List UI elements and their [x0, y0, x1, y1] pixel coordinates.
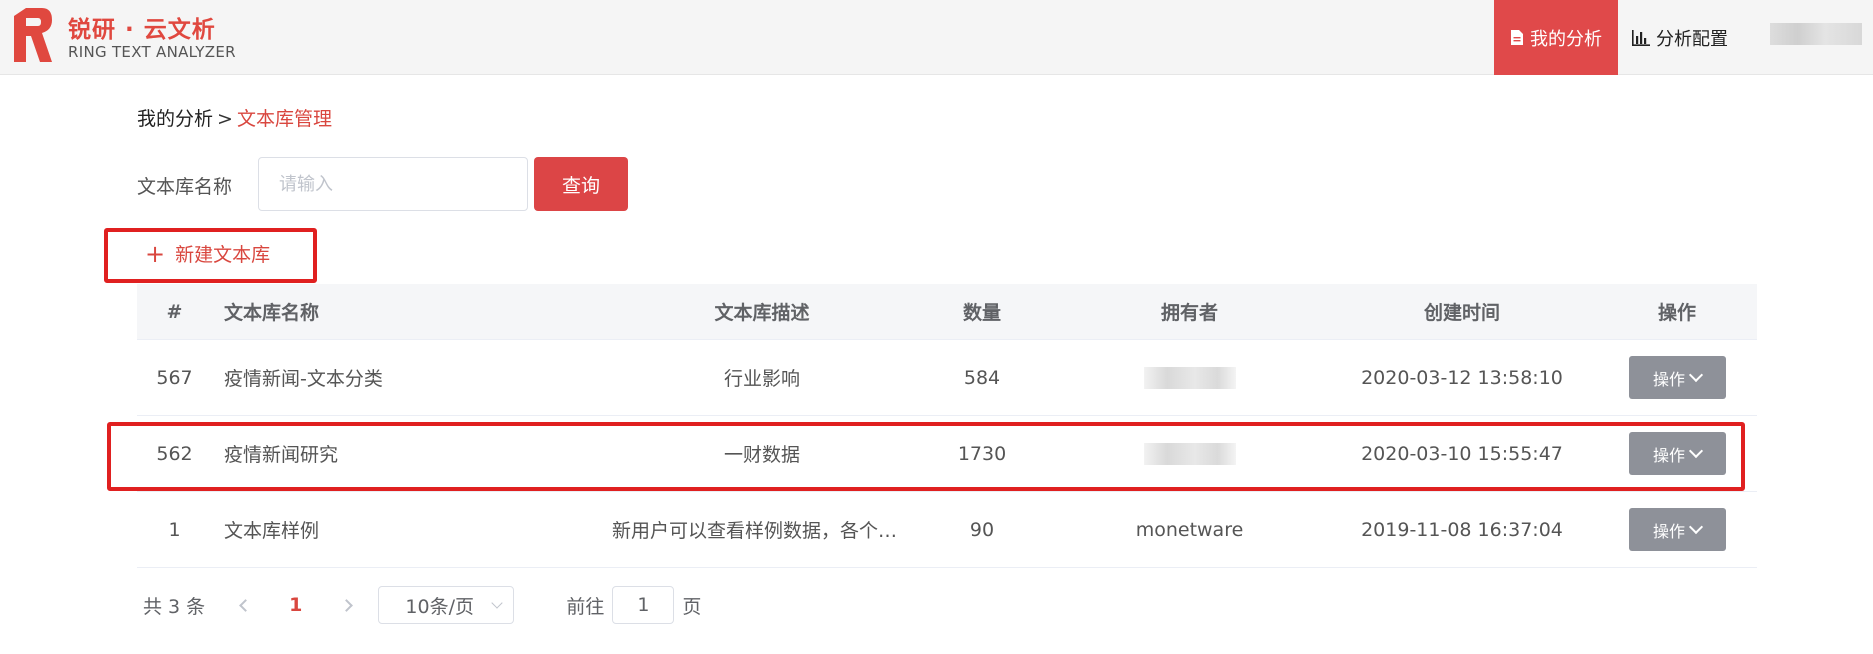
- row-id: 562: [156, 442, 193, 465]
- row-op: 操作: [1597, 508, 1757, 551]
- new-library-button[interactable]: + 新建文本库: [145, 240, 270, 267]
- prev-page-button[interactable]: [235, 595, 255, 615]
- chevron-down-icon: [1688, 443, 1704, 458]
- row-count: 90: [969, 518, 995, 541]
- brand-logo-icon[interactable]: [12, 6, 54, 64]
- nav-analysis-config-label: 分析配置: [1656, 28, 1728, 50]
- query-button[interactable]: 查询: [534, 157, 628, 211]
- row-count: 1730: [957, 442, 1007, 465]
- table-header: # 文本库名称 文本库描述 数量 拥有者 创建时间 操作: [137, 284, 1757, 340]
- page-suffix: 页: [682, 595, 702, 618]
- chevron-down-icon: [1688, 519, 1704, 534]
- operation-label: 操作: [1652, 369, 1685, 389]
- library-name-search-input[interactable]: [258, 157, 528, 211]
- row-op: 操作: [1597, 432, 1757, 475]
- operation-label: 操作: [1652, 521, 1685, 541]
- goto-page-input[interactable]: [612, 586, 675, 624]
- owner-redacted: [1143, 442, 1236, 465]
- operation-dropdown-button[interactable]: 操作: [1628, 356, 1726, 399]
- operation-dropdown-button[interactable]: 操作: [1628, 432, 1726, 475]
- row-time: 2019-11-08 16:37:04: [1361, 518, 1563, 541]
- row-id: 1: [168, 518, 181, 541]
- top-navbar: 锐研 · 云文析 RING TEXT ANALYZER 我的分析 分析配置: [0, 0, 1873, 75]
- nav-my-analysis[interactable]: 我的分析: [1494, 0, 1618, 75]
- row-op: 操作: [1597, 356, 1757, 399]
- row-desc: 新用户可以查看样例数据，各个功…: [612, 520, 912, 542]
- nav-my-analysis-label: 我的分析: [1530, 28, 1602, 50]
- plus-icon: +: [145, 239, 166, 268]
- brand-name-en: RING TEXT ANALYZER: [68, 43, 236, 61]
- pagination-total: 共 3 条: [143, 595, 206, 618]
- breadcrumb-separator: >: [217, 108, 233, 130]
- page-number-current[interactable]: 1: [289, 594, 302, 616]
- row-name[interactable]: 文本库样例: [212, 516, 612, 543]
- header-owner: 拥有者: [1160, 302, 1218, 324]
- next-page-button[interactable]: [336, 595, 356, 615]
- table-row: 562 疫情新闻研究 一财数据 1730 2020-03-10 15:55:47…: [137, 416, 1757, 492]
- row-owner: [1052, 442, 1327, 465]
- pagination: 共 3 条 1 10条/页 前往 页: [143, 586, 701, 624]
- chevron-left-icon: [238, 598, 252, 612]
- breadcrumb-current: 文本库管理: [236, 108, 332, 130]
- row-desc: 行业影响: [723, 368, 800, 390]
- goto-label: 前往: [566, 595, 605, 618]
- brand-name-cn: 锐研 · 云文析: [68, 17, 216, 43]
- page-size-select[interactable]: 10条/页: [378, 586, 515, 624]
- breadcrumb: 我的分析 > 文本库管理: [137, 104, 332, 131]
- operation-label: 操作: [1652, 445, 1685, 465]
- new-library-label: 新建文本库: [175, 244, 271, 266]
- header-name: 文本库名称: [224, 302, 320, 324]
- row-name[interactable]: 疫情新闻研究: [212, 440, 612, 467]
- document-icon: [1511, 30, 1523, 45]
- row-owner: monetware: [1135, 518, 1244, 541]
- library-table: # 文本库名称 文本库描述 数量 拥有者 创建时间 操作 567 疫情新闻-文本…: [137, 284, 1757, 568]
- table-row: 567 疫情新闻-文本分类 行业影响 584 2020-03-12 13:58:…: [137, 340, 1757, 416]
- operation-dropdown-button[interactable]: 操作: [1628, 508, 1726, 551]
- header-time: 创建时间: [1423, 302, 1500, 324]
- chevron-right-icon: [340, 598, 353, 612]
- header-id: #: [166, 300, 183, 323]
- row-time: 2020-03-10 15:55:47: [1361, 442, 1563, 465]
- breadcrumb-root[interactable]: 我的分析: [137, 108, 213, 130]
- chevron-down-icon: [491, 596, 504, 609]
- header-count: 数量: [962, 302, 1001, 324]
- search-label: 文本库名称: [137, 176, 233, 198]
- header-op: 操作: [1657, 302, 1696, 324]
- row-id: 567: [156, 366, 193, 389]
- owner-redacted: [1143, 366, 1236, 389]
- table-row: 1 文本库样例 新用户可以查看样例数据，各个功… 90 monetware 20…: [137, 492, 1757, 568]
- row-name[interactable]: 疫情新闻-文本分类: [212, 364, 612, 391]
- row-desc: 一财数据: [723, 444, 800, 466]
- nav-analysis-config[interactable]: 分析配置: [1632, 0, 1728, 75]
- header-desc: 文本库描述: [714, 302, 810, 324]
- user-menu[interactable]: [1770, 23, 1862, 45]
- row-count: 584: [963, 366, 1001, 389]
- page-size-value: 10条/页: [405, 595, 474, 618]
- bar-chart-icon: [1632, 29, 1650, 46]
- row-time: 2020-03-12 13:58:10: [1361, 366, 1563, 389]
- row-owner: [1052, 366, 1327, 389]
- chevron-down-icon: [1688, 367, 1704, 382]
